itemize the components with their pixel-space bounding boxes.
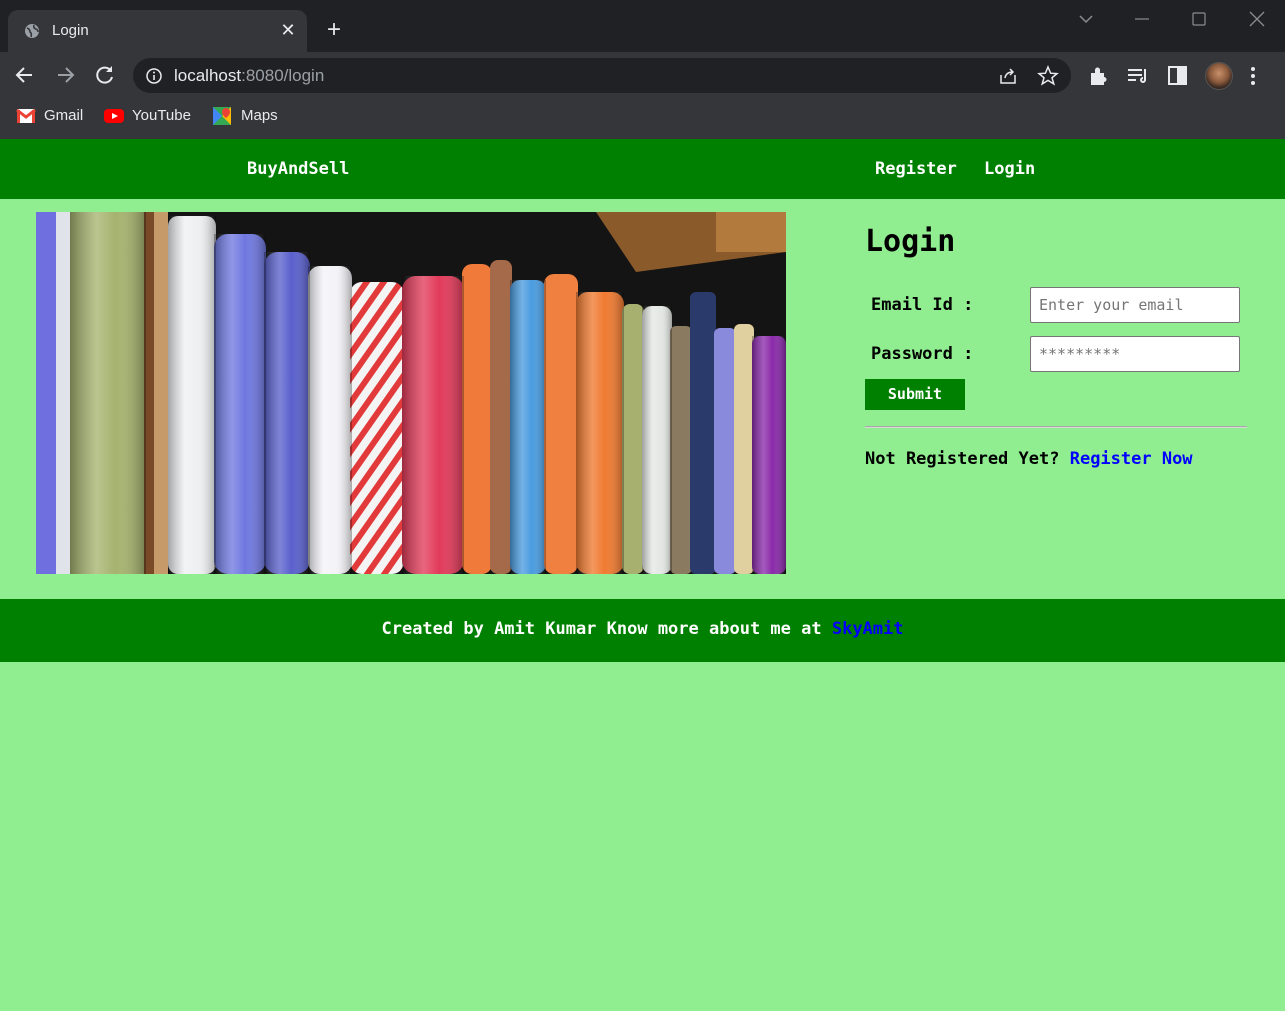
register-now-link[interactable]: Register Now	[1070, 449, 1193, 469]
bookmarks-bar: Gmail YouTube Maps	[0, 100, 1285, 132]
password-field[interactable]: *********	[1030, 336, 1240, 372]
reload-icon[interactable]	[92, 62, 118, 88]
site-footer: Created by Amit Kumar Know more about me…	[0, 599, 1285, 662]
back-icon[interactable]	[12, 62, 38, 88]
divider	[865, 426, 1247, 428]
maximize-icon[interactable]	[1187, 8, 1211, 30]
youtube-icon	[104, 109, 124, 123]
close-tab-icon[interactable]: ✕	[278, 18, 298, 42]
books-image	[36, 212, 786, 574]
footer-text: Created by Amit Kumar Know more about me…	[0, 619, 1285, 639]
share-icon[interactable]	[998, 66, 1018, 86]
close-window-icon[interactable]	[1245, 8, 1269, 30]
minimize-icon[interactable]	[1130, 8, 1154, 30]
not-registered-label: Not Registered Yet?	[865, 449, 1060, 469]
tab-title: Login	[52, 22, 89, 39]
forward-icon[interactable]	[52, 62, 78, 88]
browser-chrome: Login ✕ + localhost:8080/login Gmail You…	[0, 0, 1285, 139]
not-registered-text: Not Registered Yet? Register Now	[865, 449, 1193, 469]
brand-link[interactable]: BuyAndSell	[247, 159, 349, 179]
url-path: :8080/login	[241, 66, 325, 85]
bookmark-label: Gmail	[44, 107, 84, 124]
url-host: localhost	[174, 66, 242, 85]
nav-register-link[interactable]: Register	[875, 159, 957, 179]
bookmark-label: Maps	[241, 107, 278, 124]
tab-strip: Login ✕ +	[0, 0, 1285, 52]
extensions-icon[interactable]	[1086, 63, 1112, 89]
tab-search-icon[interactable]	[1074, 8, 1098, 30]
skyamit-link[interactable]: SkyAmit	[832, 619, 904, 639]
tab-login[interactable]: Login ✕	[8, 10, 307, 52]
books-illustration	[36, 212, 786, 574]
menu-icon[interactable]	[1246, 63, 1260, 89]
bookmark-label: YouTube	[132, 107, 191, 124]
password-label: Password :	[871, 344, 974, 364]
info-icon[interactable]	[145, 67, 163, 85]
submit-button[interactable]: Submit	[865, 379, 965, 410]
new-tab-icon[interactable]: +	[322, 18, 346, 42]
email-field[interactable]: Enter your email	[1030, 287, 1240, 323]
star-icon[interactable]	[1037, 65, 1059, 87]
site-navbar: BuyAndSell Register Login	[0, 139, 1285, 199]
login-heading: Login	[865, 224, 956, 259]
bookmark-gmail[interactable]: Gmail	[16, 106, 88, 126]
url-text: localhost:8080/login	[174, 66, 324, 86]
bookmark-youtube[interactable]: YouTube	[104, 106, 194, 126]
globe-icon	[25, 24, 39, 38]
gmail-icon	[16, 108, 36, 123]
nav-login-link[interactable]: Login	[984, 159, 1035, 179]
avatar[interactable]	[1205, 62, 1233, 90]
side-panel-icon[interactable]	[1165, 63, 1191, 89]
reading-list-icon[interactable]	[1125, 63, 1151, 89]
footer-credit: Created by Amit Kumar Know more about me…	[381, 619, 822, 639]
address-bar[interactable]: localhost:8080/login	[133, 58, 1071, 93]
email-label: Email Id :	[871, 295, 974, 315]
bookmark-maps[interactable]: Maps	[213, 106, 283, 126]
maps-icon	[213, 107, 231, 125]
